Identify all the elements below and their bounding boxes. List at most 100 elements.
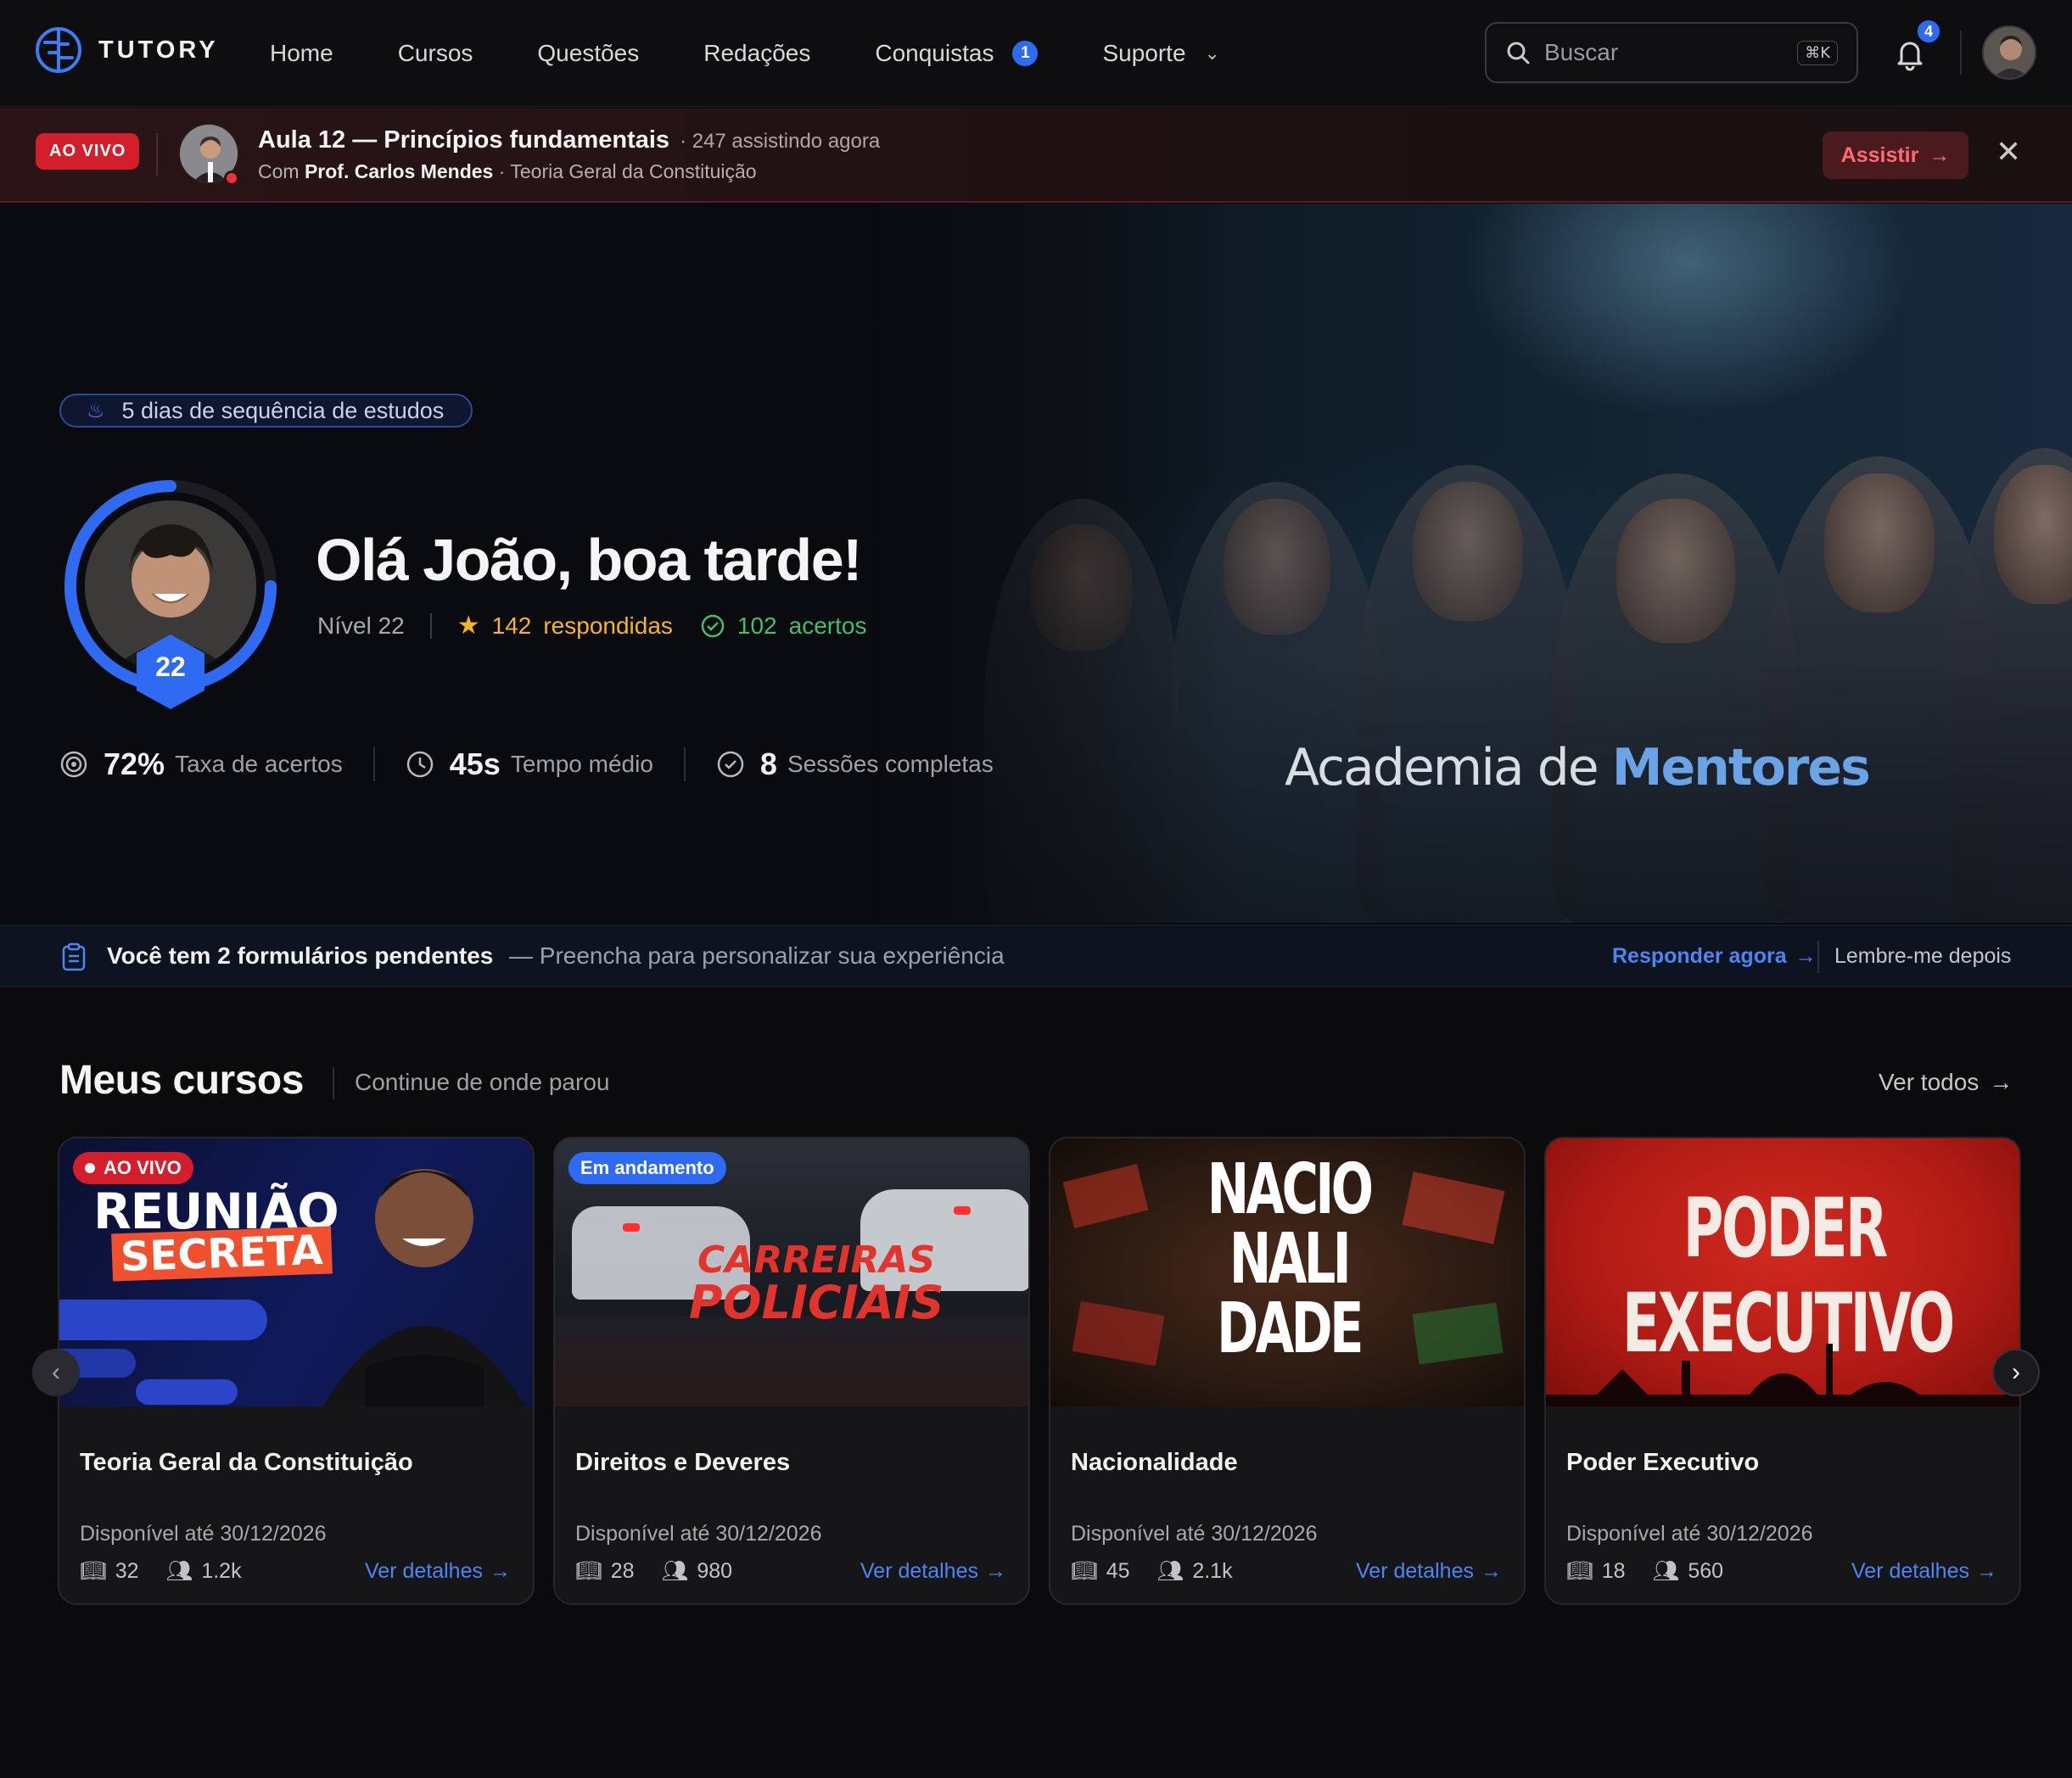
nav-home-label: Home [270,40,333,66]
target-icon [60,751,87,778]
lessons-count: 📖︎ 18 [1566,1559,1626,1584]
live-title-text: Aula 12 — Princípios fundamentais [258,126,670,154]
performance-stats: 72% Taxa de acertos 45s Tempo médio 8 Se… [59,746,994,782]
live-pill: AO VIVO [36,133,140,170]
live-watching-count: · 247 assistindo agora [680,130,881,153]
remind-later-link[interactable]: Lembre-me depois [1834,944,2011,969]
nav-questoes[interactable]: Questões [537,40,639,67]
thumb-title-b: POLICIAIS [689,1276,944,1329]
decorative-stripe [136,1379,238,1405]
chevron-right-icon: › [2012,1358,2020,1386]
thumb-title-b: NALI [1229,1219,1352,1300]
brasilia-skyline [1546,1344,2019,1406]
siren-light [954,1206,971,1215]
stat-divider [372,747,375,781]
greeting-title: Olá João, boa tarde! [316,527,862,593]
profile-meta: Nível 22 ★ 142 respondidas 102 acertos [317,611,866,640]
book-icon: 📖︎ [1566,1559,1593,1583]
users-icon: 👥︎ [661,1559,689,1583]
answered-count: 142 [491,612,532,639]
nav-home[interactable]: Home [270,40,333,67]
view-details-link[interactable]: Ver detalhes → [860,1559,1006,1584]
course-availability: Disponível até 30/12/2026 [575,1522,822,1546]
lessons-value: 18 [1601,1559,1626,1583]
notification-count-badge: 4 [1916,19,1941,44]
course-card[interactable]: PODER EXECUTIVO Poder Executivo Disponív… [1544,1137,2021,1605]
close-icon[interactable]: ✕ [1996,137,2021,167]
nav-suporte-label: Suporte [1102,40,1186,66]
nav-questoes-label: Questões [537,40,640,66]
students-count: 👥︎ 2.1k [1157,1559,1233,1584]
academia-mentores-logo: Academia de Mentores [1285,738,1871,797]
course-thumbnail: REUNIÃO SECRETA AO VIVO [59,1138,533,1406]
lessons-value: 28 [610,1559,635,1583]
view-details-link[interactable]: Ver detalhes → [365,1559,511,1584]
search-input[interactable]: Buscar ⌘K [1485,22,1858,83]
view-details-link[interactable]: Ver detalhes → [1356,1559,1502,1584]
lessons-count: 📖︎ 32 [80,1559,139,1584]
course-thumbnail: PODER EXECUTIVO [1546,1138,2019,1406]
arrow-right-icon: → [985,1559,1006,1583]
thumb-title-a: PODER [1683,1181,1889,1276]
nav-conquistas[interactable]: Conquistas 1 [875,40,1039,67]
course-thumbnail: NACIO NALI DADE [1050,1138,1524,1406]
search-shortcut: ⌘K [1797,40,1838,65]
streak-badge: ♨ 5 dias de sequência de estudos [59,394,473,428]
answer-now-link[interactable]: Responder agora → [1612,944,1817,969]
brand-logo[interactable]: TUTORY [34,25,219,75]
view-details-label: Ver detalhes [1851,1559,1969,1583]
course-title: Teoria Geral da Constituição [80,1449,413,1476]
students-count: 👥︎ 1.2k [166,1559,242,1584]
course-meta: 📖︎ 18 👥︎ 560 [1566,1559,1723,1584]
accuracy-stat: 72% Taxa de acertos [59,746,343,782]
answered-stat: ★ 142 respondidas [457,611,673,640]
see-all-link[interactable]: Ver todos → [1879,1069,2013,1096]
hero-gradient-fade [815,204,1239,923]
live-teacher-name: Prof. Carlos Mendes [304,160,494,182]
course-availability: Disponível até 30/12/2026 [80,1522,327,1546]
chevron-left-icon: ‹ [52,1358,60,1386]
sessions-value: 8 [759,746,777,781]
course-card[interactable]: CARREIRAS POLICIAIS Em andamento Direito… [553,1137,1030,1605]
nav-cursos[interactable]: Cursos [398,40,473,67]
users-icon: 👥︎ [1156,1559,1184,1583]
presenter-photo [322,1169,526,1406]
nav-conquistas-label: Conquistas [875,40,994,66]
sessions-label: Sessões completas [787,751,994,777]
course-meta: 📖︎ 45 👥︎ 2.1k [1071,1559,1233,1584]
watch-button[interactable]: Assistir → [1823,131,1968,179]
live-class-banner: AO VIVO Aula 12 — Princípios fundamentai… [0,108,2072,203]
wet-road [555,1317,1028,1406]
course-card[interactable]: REUNIÃO SECRETA AO VIVO Teoria Geral da … [58,1137,535,1605]
streak-text: 5 dias de sequência de estudos [121,397,445,423]
arrow-right-icon: → [1795,944,1817,968]
siren-light [623,1223,640,1232]
carousel-prev-button[interactable]: ‹ [32,1349,80,1396]
thumb-title-b: SECRETA [111,1226,333,1282]
level-number: 22 [155,651,186,682]
correct-count: 102 [736,612,777,639]
nav-redacoes[interactable]: Redações [703,40,810,67]
arrow-right-icon: → [1481,1559,1502,1583]
flame-icon: ♨ [87,399,105,422]
arrow-right-icon: → [1989,1069,2013,1095]
view-details-link[interactable]: Ver detalhes → [1851,1559,1997,1584]
brand-name: TUTORY [98,36,219,64]
carousel-next-button[interactable]: › [1992,1349,2040,1396]
course-title: Poder Executivo [1566,1449,1760,1476]
live-class-subtitle: Com Prof. Carlos Mendes · Teoria Geral d… [258,160,757,183]
user-avatar[interactable] [1982,25,2036,80]
course-card[interactable]: NACIO NALI DADE Nacionalidade Disponível… [1049,1137,1526,1605]
sessions-stat: 8 Sessões completas [716,746,994,782]
logo-text-a: Academia de [1285,738,1599,797]
conquistas-badge: 1 [1012,41,1039,66]
course-meta: 📖︎ 32 👥︎ 1.2k [80,1559,242,1584]
nav-suporte[interactable]: Suporte ⌄ [1102,40,1220,67]
users-icon: 👥︎ [1652,1559,1680,1583]
course-title: Nacionalidade [1071,1449,1238,1476]
check-circle-icon [701,614,725,637]
answer-now-label: Responder agora [1612,944,1787,968]
course-availability: Disponível até 30/12/2026 [1071,1522,1318,1546]
mentor-figure [1358,465,1578,923]
pending-divider [1817,941,1819,973]
